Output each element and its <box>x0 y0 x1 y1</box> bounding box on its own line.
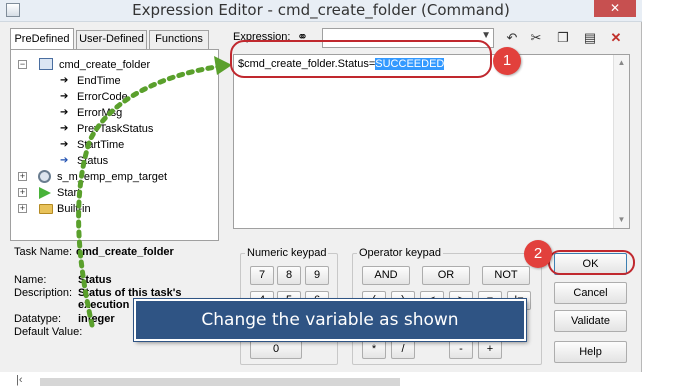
dotted-arrow-path <box>76 63 225 328</box>
instruction-callout: Change the variable as shown <box>134 299 526 341</box>
step-badge-1: 1 <box>493 47 521 75</box>
step-badge-2: 2 <box>524 240 552 268</box>
tab-predefined[interactable]: PreDefined <box>10 28 74 49</box>
highlight-oval-expression <box>230 40 492 78</box>
highlight-oval-ok <box>548 250 635 275</box>
